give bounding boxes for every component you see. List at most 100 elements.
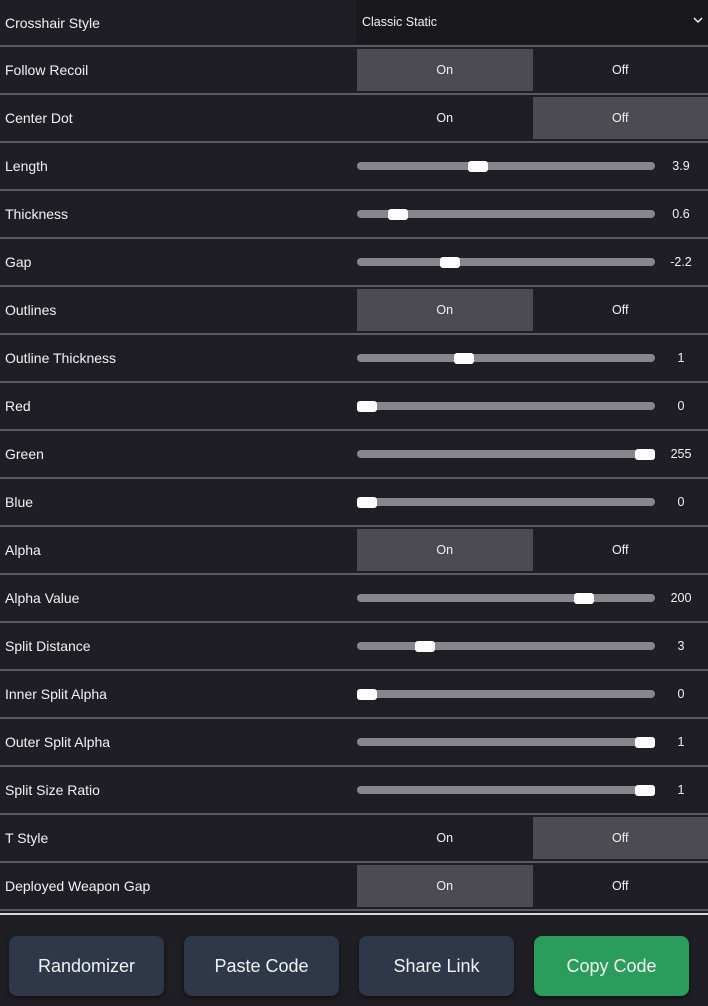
- slider-value: 0: [677, 495, 685, 509]
- slider-thumb[interactable]: [440, 257, 461, 268]
- setting-row-outlines: Outlines On Off: [0, 287, 708, 335]
- green-slider[interactable]: [357, 431, 655, 477]
- toggle-on-option[interactable]: On: [357, 49, 533, 91]
- slider-track[interactable]: [357, 594, 655, 602]
- slider-track[interactable]: [357, 786, 655, 794]
- toggle-off-option[interactable]: Off: [533, 529, 708, 571]
- setting-row-alpha-value: Alpha Value 200: [0, 575, 708, 623]
- setting-row-center-dot: Center Dot On Off: [0, 95, 708, 143]
- toggle-off-option[interactable]: Off: [533, 49, 708, 91]
- randomizer-button[interactable]: Randomizer: [9, 936, 164, 996]
- follow-recoil-toggle: On Off: [357, 49, 708, 91]
- setting-label: Deployed Weapon Gap: [5, 878, 151, 894]
- setting-row-blue: Blue 0: [0, 479, 708, 527]
- slider-value: 200: [670, 591, 692, 605]
- blue-slider[interactable]: [357, 479, 655, 525]
- t-style-toggle: On Off: [357, 817, 708, 859]
- red-slider[interactable]: [357, 383, 655, 429]
- setting-label: Blue: [5, 494, 34, 510]
- setting-row-deployed-weapon-gap: Deployed Weapon Gap On Off: [0, 863, 708, 911]
- slider-value: 1: [677, 351, 685, 365]
- setting-label: Inner Split Alpha: [5, 686, 107, 702]
- slider-track[interactable]: [357, 642, 655, 650]
- slider-thumb[interactable]: [357, 401, 377, 412]
- split-distance-slider[interactable]: [357, 623, 655, 669]
- inner-split-alpha-slider[interactable]: [357, 671, 655, 717]
- setting-row-t-style: T Style On Off: [0, 815, 708, 863]
- slider-thumb[interactable]: [635, 737, 655, 748]
- setting-row-follow-recoil: Follow Recoil On Off: [0, 47, 708, 95]
- setting-label: Crosshair Style: [5, 14, 100, 31]
- setting-label: Gap: [5, 254, 32, 270]
- setting-row-inner-split-alpha: Inner Split Alpha 0: [0, 671, 708, 719]
- setting-row-alpha: Alpha On Off: [0, 527, 708, 575]
- setting-label: Outline Thickness: [5, 350, 117, 366]
- toggle-off-option[interactable]: Off: [532, 817, 708, 859]
- slider-thumb[interactable]: [357, 497, 377, 508]
- slider-value: 0.6: [672, 207, 690, 221]
- alpha-toggle: On Off: [357, 529, 708, 571]
- slider-thumb[interactable]: [635, 785, 655, 796]
- setting-label: Follow Recoil: [5, 62, 89, 78]
- setting-label: Length: [5, 158, 48, 174]
- toggle-on-option[interactable]: On: [357, 289, 533, 331]
- slider-value: 0: [677, 399, 685, 413]
- slider-value: 3: [677, 639, 685, 653]
- slider-thumb[interactable]: [573, 593, 594, 604]
- setting-row-thickness: Thickness 0.6: [0, 191, 708, 239]
- crosshair-style-select[interactable]: Classic Static: [356, 0, 708, 44]
- slider-track[interactable]: [357, 258, 655, 266]
- slider-value: 3.9: [672, 159, 690, 173]
- slider-thumb[interactable]: [387, 209, 408, 220]
- setting-label: Center Dot: [5, 110, 73, 126]
- toggle-off-option[interactable]: Off: [533, 289, 708, 331]
- length-slider[interactable]: [357, 143, 655, 189]
- slider-track[interactable]: [357, 690, 655, 698]
- slider-track[interactable]: [357, 450, 655, 458]
- thickness-slider[interactable]: [357, 191, 655, 237]
- slider-track[interactable]: [357, 402, 655, 410]
- gap-slider[interactable]: [357, 239, 655, 285]
- slider-thumb[interactable]: [454, 353, 475, 364]
- slider-thumb[interactable]: [415, 641, 436, 652]
- slider-track[interactable]: [357, 738, 655, 746]
- toggle-on-option[interactable]: On: [357, 529, 533, 571]
- setting-label: Split Distance: [5, 638, 91, 654]
- setting-label: Outer Split Alpha: [5, 734, 111, 750]
- slider-track[interactable]: [357, 162, 655, 170]
- setting-label: Green: [5, 446, 44, 462]
- setting-row-split-size-ratio: Split Size Ratio 1: [0, 767, 708, 815]
- slider-thumb[interactable]: [357, 689, 377, 700]
- chevron-down-icon: [693, 17, 703, 24]
- outline-thickness-slider[interactable]: [357, 335, 655, 381]
- setting-label: Thickness: [5, 206, 69, 222]
- setting-row-outline-thickness: Outline Thickness 1: [0, 335, 708, 383]
- setting-row-split-distance: Split Distance 3: [0, 623, 708, 671]
- toggle-off-option[interactable]: Off: [533, 865, 708, 907]
- copy-code-button[interactable]: Copy Code: [534, 936, 689, 996]
- outlines-toggle: On Off: [357, 289, 708, 331]
- share-link-button[interactable]: Share Link: [359, 936, 514, 996]
- slider-thumb[interactable]: [468, 161, 489, 172]
- select-value: Classic Static: [362, 15, 438, 29]
- alpha-value-slider[interactable]: [357, 575, 655, 621]
- slider-thumb[interactable]: [635, 449, 655, 460]
- split-size-ratio-slider[interactable]: [357, 767, 655, 813]
- toggle-off-option[interactable]: Off: [532, 97, 708, 139]
- slider-value: 1: [677, 783, 685, 797]
- deployed-weapon-gap-toggle: On Off: [357, 865, 708, 907]
- settings-list: Crosshair Style Classic Static Follow Re…: [0, 0, 708, 911]
- slider-value: 0: [677, 687, 685, 701]
- setting-row-outer-split-alpha: Outer Split Alpha 1: [0, 719, 708, 767]
- toggle-on-option[interactable]: On: [357, 865, 533, 907]
- outer-split-alpha-slider[interactable]: [357, 719, 655, 765]
- slider-track[interactable]: [357, 354, 655, 362]
- setting-label: Outlines: [5, 302, 57, 318]
- action-bar: Randomizer Paste Code Share Link Copy Co…: [0, 913, 708, 1006]
- slider-track[interactable]: [357, 498, 655, 506]
- paste-code-button[interactable]: Paste Code: [184, 936, 339, 996]
- toggle-on-option[interactable]: On: [357, 97, 533, 139]
- toggle-on-option[interactable]: On: [357, 817, 533, 859]
- setting-label: Red: [5, 398, 31, 414]
- setting-row-green: Green 255: [0, 431, 708, 479]
